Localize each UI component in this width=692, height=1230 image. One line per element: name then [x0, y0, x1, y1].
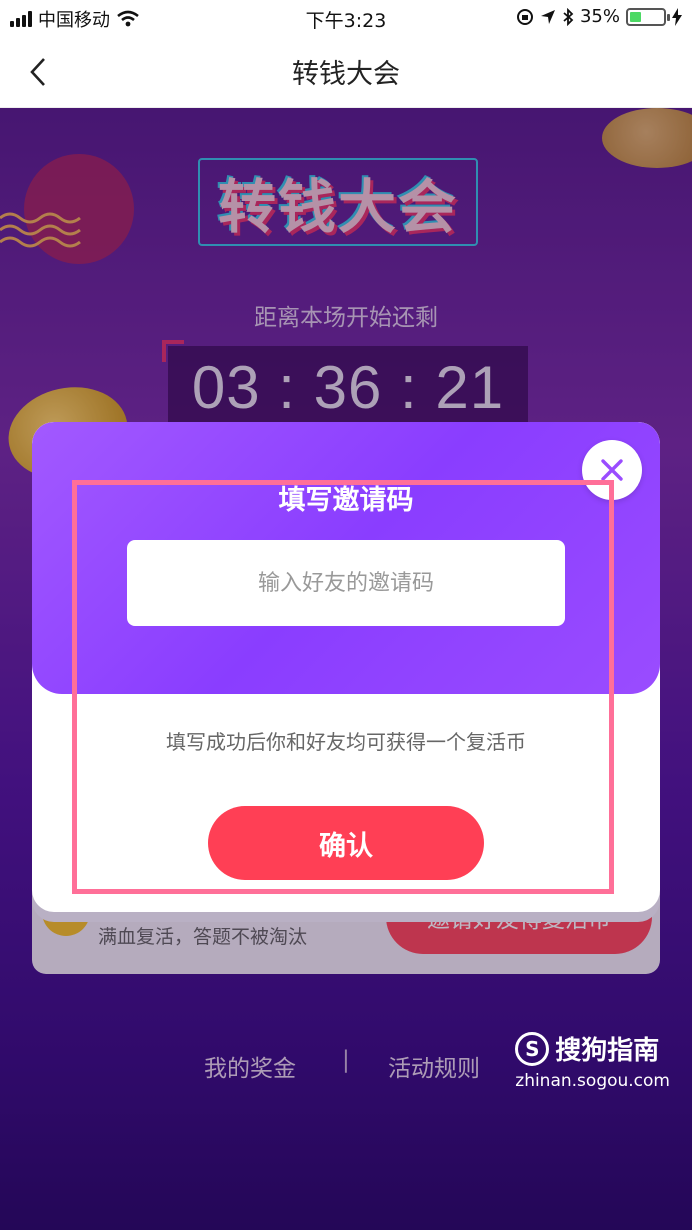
status-bar: 中国移动 下午3:23 35% [0, 0, 692, 36]
status-right: 35% [516, 6, 682, 27]
highlight-box [72, 480, 614, 894]
page-title: 转钱大会 [292, 59, 400, 90]
location-icon [540, 9, 555, 24]
nav-bar: 转钱大会 [0, 36, 692, 108]
watermark: S 搜狗指南 zhinan.sogou.com [515, 1030, 670, 1091]
battery-fill [630, 11, 642, 22]
sogou-logo-icon: S [515, 1031, 550, 1066]
watermark-brand-text: 搜狗指南 [555, 1036, 660, 1066]
watermark-brand: S 搜狗指南 [515, 1030, 670, 1067]
bluetooth-icon [563, 7, 574, 26]
watermark-url: zhinan.sogou.com [515, 1071, 670, 1091]
battery-percent: 35% [579, 6, 620, 27]
lock-rotation-icon [516, 8, 533, 25]
battery-icon [626, 7, 670, 26]
charging-icon [672, 7, 682, 26]
